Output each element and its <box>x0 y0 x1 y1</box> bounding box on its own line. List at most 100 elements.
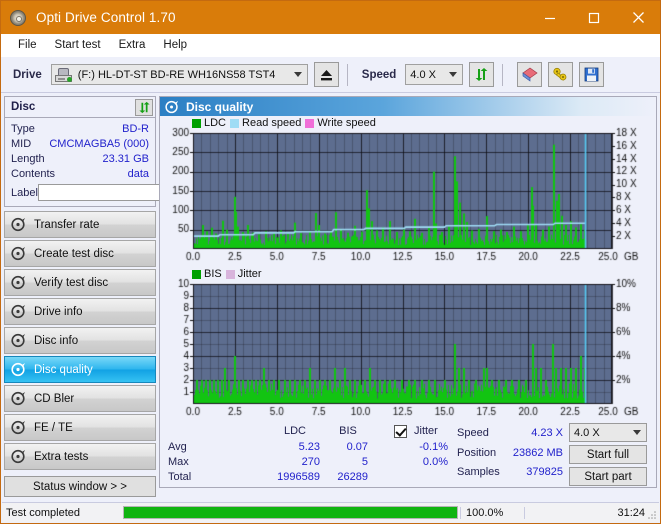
disc-info-rows: Type BD-R MID CMCMAGBA5 (000) Length 23.… <box>5 118 242 206</box>
test-speed-select[interactable]: 4.0 X <box>569 423 647 442</box>
row-label-max: Max <box>168 456 189 468</box>
max-jitter-value: 0.0% <box>422 456 448 468</box>
menu-start-test[interactable]: Start test <box>46 37 110 53</box>
page-title: Disc quality <box>186 99 254 114</box>
drive-select[interactable]: (F:) HL-DT-ST BD-RE WH16NS58 TST4 <box>50 64 308 85</box>
sidebar-item-verify-test-disc[interactable]: Verify test disc <box>4 269 156 296</box>
statistics-area: LDC BIS Jitter Avg 5.23 0.07 -0.1% Max 2… <box>160 422 656 488</box>
disc-icon <box>11 362 26 377</box>
top-chart-canvas <box>160 116 649 267</box>
disc-row-mid: MID CMCMAGBA5 (000) <box>11 136 149 151</box>
legend-label: Write speed <box>317 117 376 129</box>
disc-row-value: 23.31 GB <box>102 152 149 165</box>
avg-jitter-value: -0.1% <box>419 441 448 453</box>
legend-label: Jitter <box>237 268 262 280</box>
disc-row-value: BD-R <box>122 122 149 135</box>
disc-label-key: Label <box>11 186 38 199</box>
legend-swatch-icon <box>305 118 315 128</box>
main-content: Disc quality LDC Read speed Write speed BI… <box>159 93 660 491</box>
disc-icon <box>11 217 26 232</box>
sidebar-item-disc-info[interactable]: Disc info <box>4 327 156 354</box>
disc-icon <box>11 449 26 464</box>
window-title: Opti Drive Control 1.70 <box>36 10 176 25</box>
sidebar-item-label: Extra tests <box>34 450 89 463</box>
sidebar-item-fe-te[interactable]: FE / TE <box>4 414 156 441</box>
bottom-chart-legend: BIS Jitter <box>192 268 262 280</box>
test-speed-select-value: 4.0 X <box>574 426 600 439</box>
legend-label: Read speed <box>242 117 302 129</box>
position-stat-value: 23862 MB <box>512 447 563 459</box>
sidebar-item-label: Transfer rate <box>34 218 100 231</box>
top-chart-legend: LDC Read speed Write speed <box>192 117 376 129</box>
close-icon[interactable] <box>616 1 660 34</box>
status-message: Test completed <box>6 506 80 519</box>
legend-label: BIS <box>204 268 222 280</box>
save-button[interactable] <box>579 62 605 87</box>
sidebar-item-create-test-disc[interactable]: Create test disc <box>4 240 156 267</box>
drive-toolbar: Drive (F:) HL-DT-ST BD-RE WH16NS58 TST4 … <box>1 57 660 93</box>
sidebar-item-transfer-rate[interactable]: Transfer rate <box>4 211 156 238</box>
status-window-button[interactable]: Status window > > <box>4 476 156 497</box>
disc-row-contents: Contents data <box>11 166 149 181</box>
bottom-chart-canvas <box>160 267 649 422</box>
disc-icon <box>11 275 26 290</box>
legend-label: LDC <box>204 117 227 129</box>
bis-jitter-chart: BIS Jitter <box>160 267 656 422</box>
resize-grip[interactable] <box>647 510 657 520</box>
maximize-icon[interactable] <box>572 1 616 34</box>
sidebar-item-disc-quality[interactable]: Disc quality <box>4 356 156 383</box>
start-full-button[interactable]: Start full <box>569 445 647 464</box>
sidebar-item-label: Drive info <box>34 305 83 318</box>
refresh-button[interactable] <box>469 62 495 87</box>
max-ldc-value: 270 <box>301 456 320 468</box>
ldc-speed-chart: LDC Read speed Write speed <box>160 116 656 267</box>
sidebar-item-cd-bler[interactable]: CD Bler <box>4 385 156 412</box>
erase-button[interactable] <box>517 62 543 87</box>
charts-area: LDC Read speed Write speed BIS Jitter <box>160 116 656 422</box>
legend-entry: Jitter <box>225 268 262 280</box>
elapsed-time: 31:24 <box>524 506 659 519</box>
disc-row-type: Type BD-R <box>11 121 149 136</box>
app-disc-icon <box>10 9 28 27</box>
sidebar-item-label: FE / TE <box>34 421 73 434</box>
menu-help[interactable]: Help <box>154 37 196 53</box>
col-header-bis: BIS <box>339 425 357 437</box>
disc-icon <box>11 420 26 435</box>
disc-panel: Disc Type BD-R MID CMCMAGBA5 (000) Lengt… <box>4 96 242 207</box>
progress-bar <box>123 506 458 519</box>
legend-entry: Write speed <box>305 117 376 129</box>
menu-file[interactable]: File <box>9 37 46 53</box>
tools-button[interactable] <box>548 62 574 87</box>
title-bar: Opti Drive Control 1.70 <box>1 1 660 34</box>
legend-entry: Read speed <box>230 117 301 129</box>
speed-stat-value: 4.23 X <box>531 427 563 439</box>
eject-button[interactable] <box>313 62 339 87</box>
speed-stat-label: Speed <box>457 427 489 439</box>
disc-icon <box>11 246 26 261</box>
jitter-checkbox[interactable] <box>394 425 407 438</box>
sidebar-item-label: Disc quality <box>34 363 93 376</box>
sidebar-item-drive-info[interactable]: Drive info <box>4 298 156 325</box>
chevron-down-icon <box>293 71 302 77</box>
menu-extra[interactable]: Extra <box>110 37 155 53</box>
drive-select-value: (F:) HL-DT-ST BD-RE WH16NS58 TST4 <box>77 68 276 81</box>
avg-ldc-value: 5.23 <box>298 441 320 453</box>
sidebar-item-label: CD Bler <box>34 392 75 405</box>
chevron-down-icon <box>633 429 641 435</box>
disc-refresh-button[interactable] <box>135 98 153 116</box>
total-bis-value: 26289 <box>337 471 368 483</box>
legend-swatch-icon <box>192 118 201 128</box>
toolbar-divider-2 <box>502 63 504 86</box>
disc-row-key: Length <box>11 152 45 165</box>
speed-label: Speed <box>361 68 397 81</box>
start-part-button[interactable]: Start part <box>569 467 647 486</box>
disc-row-key: Type <box>11 122 35 135</box>
speed-select[interactable]: 4.0 X <box>405 64 464 85</box>
progress-percent: 100.0% <box>460 506 524 519</box>
disc-row-value: CMCMAGBA5 (000) <box>49 137 149 150</box>
disc-icon <box>11 333 26 348</box>
sidebar-item-extra-tests[interactable]: Extra tests <box>4 443 156 470</box>
minimize-icon[interactable] <box>528 1 572 34</box>
row-label-avg: Avg <box>168 441 187 453</box>
disc-quality-panel: Disc quality LDC Read speed Write speed BI… <box>159 96 657 488</box>
